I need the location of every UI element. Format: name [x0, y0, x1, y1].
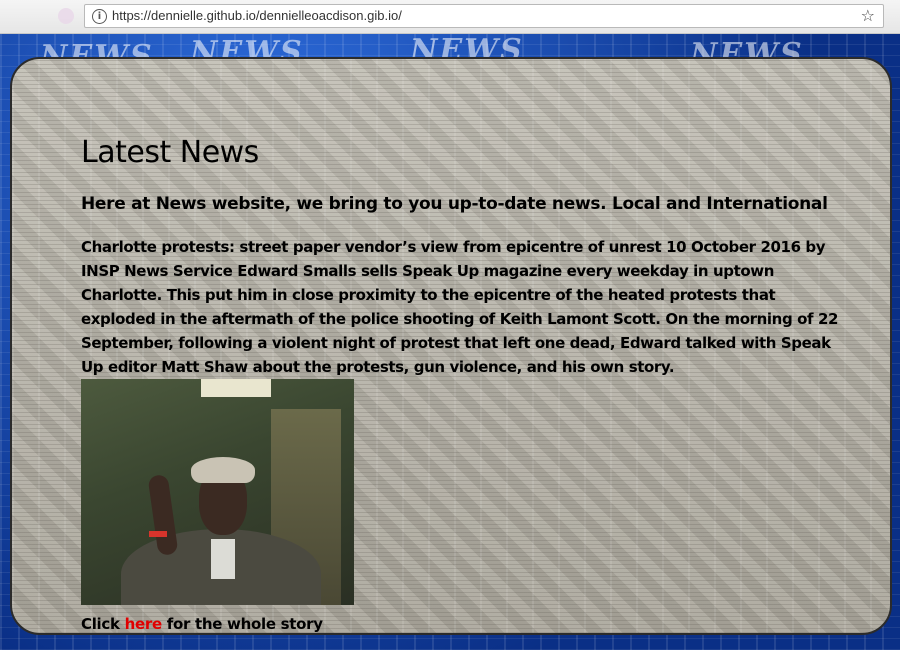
address-bar[interactable]: i https://dennielle.github.io/dennielleo…	[84, 4, 884, 28]
read-more-line: Click here for the whole story	[81, 615, 841, 633]
url-text[interactable]: https://dennielle.github.io/dennielleoac…	[112, 8, 402, 24]
browser-toolbar: i https://dennielle.github.io/dennielleo…	[0, 0, 900, 34]
cta-suffix: for the whole story	[161, 615, 323, 633]
content-panel: Latest News Here at News website, we bri…	[10, 57, 892, 635]
cta-prefix: Click	[81, 615, 125, 633]
ceiling-light	[201, 379, 271, 397]
article-text: Charlotte protests: street paper vendor’…	[81, 238, 839, 376]
site-info-icon[interactable]: i	[92, 9, 107, 24]
page-title: Latest News	[81, 135, 259, 170]
photo-wristband	[149, 531, 167, 537]
bookmark-star-icon[interactable]: ☆	[861, 7, 875, 25]
intro-text: Here at News website, we bring to you up…	[81, 194, 828, 214]
photo-shirt	[211, 539, 235, 579]
read-more-link[interactable]: here	[125, 615, 163, 633]
tab-favicon-icon	[58, 8, 74, 24]
news-content: Latest News Here at News website, we bri…	[81, 135, 841, 633]
article-photo	[81, 379, 354, 605]
photo-cap	[191, 457, 255, 483]
